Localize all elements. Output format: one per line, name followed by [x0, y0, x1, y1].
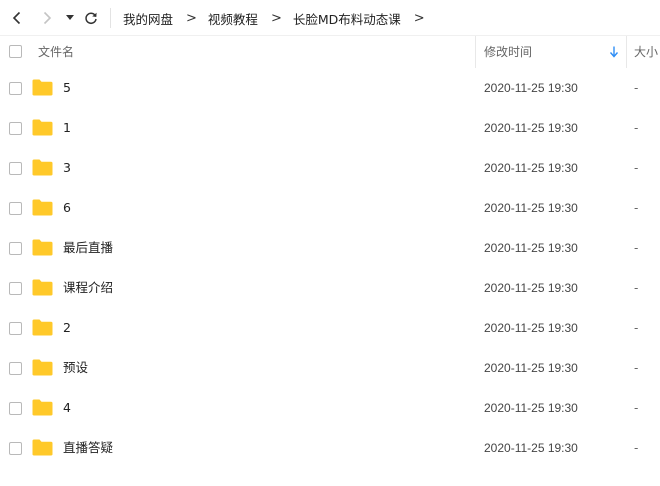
- file-size: -: [634, 241, 639, 255]
- folder-icon: [32, 279, 53, 296]
- file-modified-time: 2020-11-25 19:30: [484, 401, 578, 415]
- file-row[interactable]: 2 2020-11-25 19:30 -: [0, 308, 660, 348]
- file-row[interactable]: 4 2020-11-25 19:30 -: [0, 388, 660, 428]
- file-size: -: [634, 121, 639, 135]
- breadcrumb-item-my-drive[interactable]: 我的网盘: [123, 9, 173, 28]
- breadcrumb-separator: >: [270, 10, 282, 26]
- back-button[interactable]: [6, 6, 28, 30]
- column-name-header[interactable]: 文件名: [38, 36, 74, 68]
- file-name[interactable]: 2: [63, 308, 71, 348]
- folder-icon: [32, 79, 53, 96]
- file-name[interactable]: 3: [63, 148, 71, 188]
- row-checkbox[interactable]: [9, 322, 22, 335]
- file-modified-time: 2020-11-25 19:30: [484, 121, 578, 135]
- row-checkbox[interactable]: [9, 82, 22, 95]
- column-size-header[interactable]: 大小: [634, 36, 658, 68]
- file-list: 5 2020-11-25 19:30 - 1 2020-11-25 19:30 - 3 202…: [0, 68, 660, 468]
- column-divider[interactable]: [626, 36, 627, 68]
- folder-icon: [32, 159, 53, 176]
- folder-icon: [32, 239, 53, 256]
- file-row[interactable]: 直播答疑 2020-11-25 19:30 -: [0, 428, 660, 468]
- file-name[interactable]: 预设: [63, 348, 88, 388]
- file-size: -: [634, 401, 639, 415]
- row-checkbox[interactable]: [9, 162, 22, 175]
- file-row[interactable]: 5 2020-11-25 19:30 -: [0, 68, 660, 108]
- file-modified-time: 2020-11-25 19:30: [484, 321, 578, 335]
- file-row[interactable]: 1 2020-11-25 19:30 -: [0, 108, 660, 148]
- refresh-icon: [85, 12, 97, 25]
- select-all-checkbox[interactable]: [9, 45, 22, 58]
- file-row[interactable]: 6 2020-11-25 19:30 -: [0, 188, 660, 228]
- dropdown-triangle-icon: [66, 15, 74, 20]
- refresh-button[interactable]: [80, 6, 102, 30]
- file-modified-time: 2020-11-25 19:30: [484, 81, 578, 95]
- file-name[interactable]: 6: [63, 188, 71, 228]
- folder-icon: [32, 119, 53, 136]
- folder-icon: [32, 439, 53, 456]
- file-size: -: [634, 161, 639, 175]
- navigation-bar: 我的网盘 > 视频教程 > 长脸MD布料动态课 >: [0, 0, 660, 36]
- file-row[interactable]: 3 2020-11-25 19:30 -: [0, 148, 660, 188]
- file-name[interactable]: 5: [63, 68, 71, 108]
- chevron-left-icon: [12, 11, 21, 25]
- file-size: -: [634, 281, 639, 295]
- file-size: -: [634, 81, 639, 95]
- forward-button[interactable]: [36, 6, 58, 30]
- history-dropdown-button[interactable]: [60, 6, 80, 30]
- file-modified-time: 2020-11-25 19:30: [484, 281, 578, 295]
- file-name[interactable]: 课程介绍: [63, 268, 113, 308]
- file-row[interactable]: 最后直播 2020-11-25 19:30 -: [0, 228, 660, 268]
- row-checkbox[interactable]: [9, 362, 22, 375]
- chevron-right-icon: [43, 11, 52, 25]
- file-modified-time: 2020-11-25 19:30: [484, 161, 578, 175]
- file-size: -: [634, 361, 639, 375]
- file-size: -: [634, 321, 639, 335]
- file-row[interactable]: 课程介绍 2020-11-25 19:30 -: [0, 268, 660, 308]
- breadcrumb-separator[interactable]: >: [414, 11, 425, 26]
- file-name[interactable]: 最后直播: [63, 228, 113, 268]
- row-checkbox[interactable]: [9, 202, 22, 215]
- file-modified-time: 2020-11-25 19:30: [484, 361, 578, 375]
- breadcrumb-separator: >: [186, 10, 197, 26]
- file-size: -: [634, 201, 639, 215]
- sort-down-arrow-icon[interactable]: [609, 46, 619, 58]
- folder-icon: [32, 199, 53, 216]
- breadcrumb: 我的网盘 > 视频教程 > 长脸MD布料动态课 >: [123, 0, 436, 36]
- column-modified-header[interactable]: 修改时间: [484, 36, 532, 68]
- file-name[interactable]: 1: [63, 108, 71, 148]
- folder-icon: [32, 399, 53, 416]
- folder-icon: [32, 319, 53, 336]
- row-checkbox[interactable]: [9, 402, 22, 415]
- file-modified-time: 2020-11-25 19:30: [484, 241, 578, 255]
- breadcrumb-item-video-tutorials[interactable]: 视频教程: [208, 9, 258, 28]
- folder-icon: [32, 359, 53, 376]
- nav-divider: [110, 8, 111, 28]
- column-header: 文件名 修改时间 大小: [0, 36, 660, 68]
- file-name[interactable]: 直播答疑: [63, 428, 113, 468]
- file-size: -: [634, 441, 639, 455]
- file-row[interactable]: 预设 2020-11-25 19:30 -: [0, 348, 660, 388]
- file-modified-time: 2020-11-25 19:30: [484, 201, 578, 215]
- file-modified-time: 2020-11-25 19:30: [484, 441, 578, 455]
- column-divider[interactable]: [475, 36, 476, 68]
- row-checkbox[interactable]: [9, 242, 22, 255]
- breadcrumb-item-current-folder[interactable]: 长脸MD布料动态课: [293, 9, 401, 28]
- row-checkbox[interactable]: [9, 282, 22, 295]
- row-checkbox[interactable]: [9, 122, 22, 135]
- file-name[interactable]: 4: [63, 388, 71, 428]
- row-checkbox[interactable]: [9, 442, 22, 455]
